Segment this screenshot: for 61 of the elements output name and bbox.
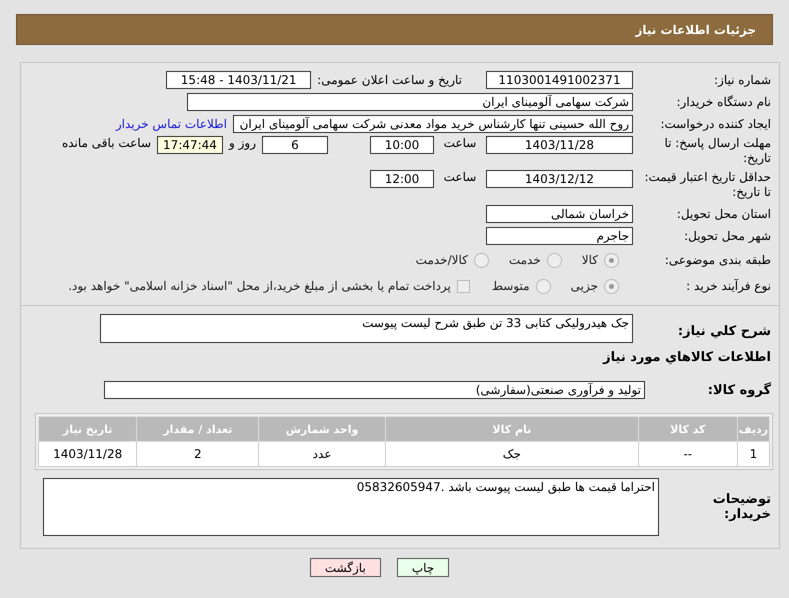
column-header: تعداد / مقدار (136, 416, 259, 442)
page-title: جزئیات اطلاعات نیاز (635, 22, 756, 36)
radio-button[interactable] (536, 278, 551, 294)
field-label: شماره نیاز: (713, 73, 771, 87)
radio-label: متوسط (492, 279, 530, 293)
radio-button[interactable] (604, 278, 619, 294)
field-label: نام دستگاه خریدار: (676, 95, 771, 109)
checkbox[interactable] (456, 280, 470, 292)
column-header: نام کالا (385, 416, 638, 442)
field-label: گروه کالا: (706, 382, 771, 398)
time-field[interactable]: 12:00 (370, 170, 434, 188)
time-field[interactable]: 10:00 (370, 136, 434, 154)
table-cell: 1403/11/28 (38, 442, 137, 466)
field-label: استان محل تحویل: (676, 207, 771, 221)
text-field[interactable]: تولید و فرآوری صنعتی(سفارشی) (104, 381, 645, 399)
radio-button[interactable] (546, 252, 562, 268)
column-header: ردیف (737, 416, 770, 442)
table-cell: عدد (258, 442, 386, 466)
field-label: ایجاد کننده درخواست: (659, 117, 771, 131)
text-field[interactable]: روح الله حسینی تنها کارشناس خرید مواد معدنی شرکت سهامی آلومینای ایران (233, 115, 633, 133)
field-label: توضیحات خریدار: (712, 492, 771, 522)
field-label: ساعت (442, 170, 478, 184)
contact-link[interactable]: اطلاعات تماس خریدار (116, 117, 227, 131)
table-cell: 2 (136, 442, 259, 466)
field-label: ساعت (442, 136, 478, 150)
text-field[interactable]: شرکت سهامی آلومینای ایران (187, 93, 633, 111)
radio-button[interactable] (604, 252, 619, 268)
print-button[interactable]: چاپ (396, 558, 450, 577)
field-label: مهلت ارسال پاسخ: تا تاریخ: (663, 136, 771, 166)
text-field[interactable]: 1403/11/21 - 15:48 (166, 71, 312, 89)
field-label: نوع فرآیند خرید : (685, 279, 771, 293)
column-header: تاریخ نیاز (38, 416, 137, 442)
field-label: ساعت باقی مانده (62, 136, 151, 150)
text-field[interactable]: خراسان شمالی (486, 205, 633, 223)
back-button[interactable]: بازگشت (310, 558, 381, 577)
field-label: روز و (229, 136, 256, 150)
days-field[interactable]: 6 (262, 136, 328, 154)
field-label: حداقل تاریخ اعتبار قیمت: تا تاریخ: (643, 170, 771, 200)
radio-label: خدمت (508, 253, 541, 267)
text-field[interactable]: جاجرم (486, 227, 633, 245)
text-field[interactable]: 1103001491002371 (486, 71, 633, 89)
radio-label: کالا (582, 253, 598, 267)
table-cell: جک (385, 442, 638, 466)
description-textarea[interactable]: جک هیدرولیکی کتابی 33 تن طبق شرح لیست پیوست (100, 314, 633, 343)
column-header: کد کالا (638, 416, 738, 442)
radio-label: جزیی (570, 279, 598, 293)
date-field[interactable]: 1403/12/12 (486, 170, 633, 188)
table-cell: -- (638, 442, 738, 466)
checkbox-label: پرداخت تمام یا بخشی از مبلغ خرید،از محل "اسناد خزانه اسلامی" خواهد بود. (68, 279, 451, 293)
notes-textarea[interactable]: احتراما قیمت ها طبق لیست پیوست باشد .05832605947 (43, 478, 659, 536)
column-header: واحد شمارش (258, 416, 386, 442)
field-label: تاریخ و ساعت اعلان عمومی: (317, 73, 462, 87)
radio-label: کالا/خدمت (416, 253, 468, 267)
field-label: شرح کلي نياز: (676, 323, 771, 339)
field-label: طبقه بندی موضوعی: (664, 253, 771, 267)
date-field[interactable]: 1403/11/28 (486, 136, 633, 154)
remaining-time-field: 17:47:44 (157, 136, 223, 154)
table-cell: 1 (737, 442, 770, 466)
field-label: شهر محل تحویل: (683, 229, 771, 243)
section-heading: اطلاعات کالاهاي مورد نياز (602, 349, 772, 365)
radio-button[interactable] (474, 252, 489, 268)
